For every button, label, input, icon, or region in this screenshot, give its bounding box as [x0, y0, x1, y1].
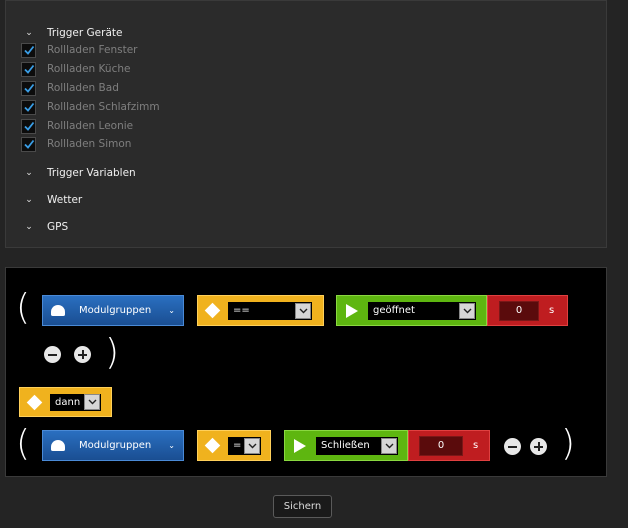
check-icon [23, 45, 34, 55]
action-value-select[interactable]: Schließen [316, 436, 398, 455]
action-delay-block: 0 s [408, 430, 490, 461]
cloud-icon [49, 304, 67, 317]
group-label: Trigger Variablen [47, 167, 136, 179]
chevron-down-icon [463, 308, 471, 313]
close-paren: ) [561, 423, 576, 464]
dropdown-arrow[interactable] [84, 394, 100, 410]
play-icon [346, 303, 358, 318]
open-paren: ( [16, 423, 31, 464]
chevron-down-icon [248, 443, 256, 448]
remove-action-button[interactable] [504, 438, 521, 455]
chevron-down-icon [385, 443, 393, 448]
select-value: = [233, 440, 242, 451]
device-row-schlafzimmer: Rollladen Schlafzimm [21, 99, 160, 115]
condition-module-select[interactable]: Modulgruppen ⌄ [42, 295, 184, 326]
module-label: Modulgruppen [79, 305, 152, 316]
group-trigger-devices[interactable]: ⌄ Trigger Geräte [24, 25, 122, 41]
remove-condition-button[interactable] [44, 346, 61, 363]
rule-panel: ( Modulgruppen ⌄ == geöffnet 0 s ) dann [5, 267, 607, 477]
dropdown-arrow[interactable] [381, 437, 397, 454]
add-condition-button[interactable] [74, 346, 91, 363]
chevron-down-icon: ⌄ [25, 168, 33, 178]
connector-select[interactable]: dann [50, 393, 101, 411]
connector-block: dann [19, 387, 112, 417]
dropdown-arrow[interactable] [295, 302, 311, 319]
condition-delay-block: 0 s [487, 295, 568, 326]
chevron-down-icon: ⌄ [25, 195, 33, 205]
select-value: dann [55, 396, 81, 408]
checkbox[interactable] [21, 42, 36, 58]
group-gps[interactable]: ⌄ GPS [24, 219, 68, 235]
checkbox[interactable] [21, 61, 36, 77]
device-row-fenster: Rollladen Fenster [21, 42, 138, 58]
condition-value-select[interactable]: geöffnet [368, 301, 476, 320]
dropdown-arrow[interactable] [459, 302, 475, 319]
condition-value-block: geöffnet [336, 295, 487, 326]
chevron-down-icon: ⌄ [25, 28, 33, 38]
plus-icon-vertical [537, 442, 540, 451]
minus-icon [508, 445, 517, 448]
device-label: Rollladen Bad [47, 82, 119, 94]
delay-unit: s [473, 440, 479, 451]
action-operator-block: = [197, 430, 271, 461]
diamond-icon [204, 302, 221, 319]
group-trigger-variables[interactable]: ⌄ Trigger Variablen [24, 165, 136, 181]
cloud-icon [49, 439, 67, 452]
chevron-down-icon: ⌄ [168, 306, 175, 315]
action-operator-select[interactable]: = [228, 436, 261, 455]
device-row-kueche: Rollladen Küche [21, 61, 130, 77]
delay-unit: s [549, 305, 555, 316]
checkbox[interactable] [21, 136, 36, 152]
plus-icon-vertical [81, 350, 84, 359]
play-icon [294, 438, 306, 453]
device-label: Rollladen Schlafzimm [47, 101, 160, 113]
check-icon [23, 83, 34, 93]
condition-operator-select[interactable]: == [228, 301, 312, 320]
chevron-down-icon: ⌄ [168, 441, 175, 450]
action-value-block: Schließen [284, 430, 408, 461]
chevron-down-icon: ⌄ [25, 222, 33, 232]
select-value: == [233, 305, 250, 316]
checkbox[interactable] [21, 80, 36, 96]
action-module-select[interactable]: Modulgruppen ⌄ [42, 430, 184, 461]
group-weather[interactable]: ⌄ Wetter [24, 192, 82, 208]
group-label: GPS [47, 221, 69, 233]
trigger-panel: ⌄ Trigger Geräte Rollladen Fenster Rolll… [5, 0, 607, 248]
select-value: Schließen [321, 440, 370, 451]
minus-icon [48, 353, 57, 356]
device-row-simon: Rollladen Simon [21, 136, 131, 152]
chevron-down-icon [88, 399, 96, 405]
device-label: Rollladen Küche [47, 63, 131, 75]
diamond-icon [26, 394, 43, 410]
check-icon [23, 139, 34, 149]
add-action-button[interactable] [530, 438, 547, 455]
check-icon [23, 102, 34, 112]
condition-operator-block: == [197, 295, 324, 326]
diamond-icon [204, 437, 221, 454]
device-label: Rollladen Leonie [47, 120, 134, 132]
action-delay-input[interactable]: 0 [419, 435, 463, 456]
chevron-down-icon [299, 308, 307, 313]
check-icon [23, 64, 34, 74]
device-row-bad: Rollladen Bad [21, 80, 119, 96]
select-value: geöffnet [373, 305, 415, 316]
group-label: Trigger Geräte [47, 27, 123, 39]
device-label: Rollladen Simon [47, 138, 132, 150]
condition-delay-input[interactable]: 0 [499, 300, 539, 321]
dropdown-arrow[interactable] [244, 437, 260, 454]
device-row-leonie: Rollladen Leonie [21, 118, 133, 134]
close-paren: ) [105, 332, 120, 373]
checkbox[interactable] [21, 118, 36, 134]
module-label: Modulgruppen [79, 440, 152, 451]
checkbox[interactable] [21, 99, 36, 115]
device-label: Rollladen Fenster [47, 44, 138, 56]
open-paren: ( [16, 287, 31, 328]
group-label: Wetter [47, 194, 83, 206]
save-button[interactable]: Sichern [273, 495, 332, 518]
check-icon [23, 121, 34, 131]
